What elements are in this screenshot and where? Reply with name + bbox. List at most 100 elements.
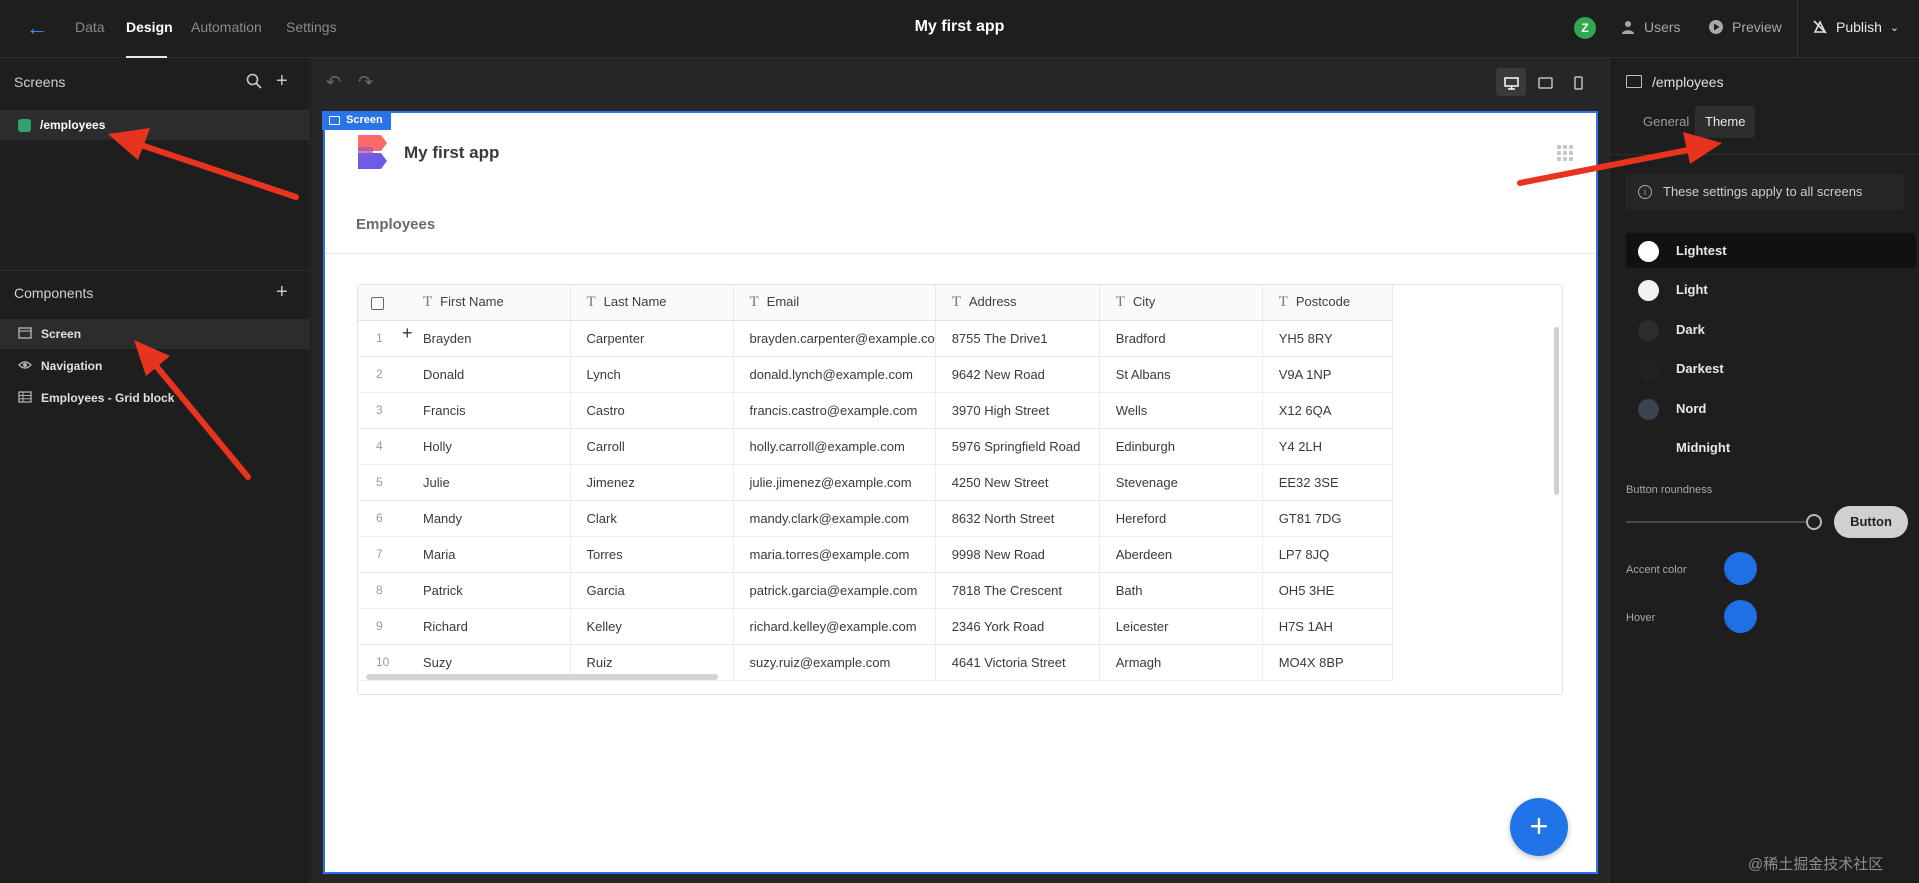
redo-icon[interactable]: ↷ [358,72,373,93]
button-preview[interactable]: Button [1834,506,1908,538]
watermark: @稀土掘金技术社区 [1748,856,1884,873]
settings-panel: /employees General Theme i These setting… [1609,58,1919,883]
table-header-row: T First Name T Last Name T Email T Address T… [358,285,1393,321]
theme-option-midnight[interactable]: Midnight [1626,430,1916,465]
add-row-icon[interactable]: + [402,323,413,344]
theme-swatch [1638,359,1659,380]
app-preview[interactable]: My first app Employees + T First Name T La… [323,111,1598,874]
column-header-city[interactable]: T City [1099,285,1263,321]
divider [325,253,1596,254]
text-type-icon: T [749,293,759,310]
mobile-view-button[interactable] [1563,68,1593,96]
tab-theme[interactable]: Theme [1695,106,1756,138]
text-type-icon: T [1115,293,1125,310]
column-header-first-name[interactable]: T First Name [407,285,571,321]
screen-item-employees[interactable]: /employees [0,110,310,140]
screen-color-dot [18,119,31,132]
theme-option-nord[interactable]: Nord [1626,391,1916,426]
select-all-checkbox[interactable] [371,296,384,310]
table-row[interactable]: 9 Richard Kelley richard.kelley@example.com… [358,608,1393,645]
roundness-slider-track[interactable] [1626,521,1810,523]
screen-item-label: /employees [40,118,106,132]
select-all-cell[interactable] [358,285,407,321]
users-icon [1622,21,1634,34]
column-header-postcode[interactable]: T Postcode [1262,285,1393,321]
top-bar: ← Data Design Automation Settings My fir… [0,0,1919,58]
users-button[interactable]: Users [1620,19,1681,35]
preview-button[interactable]: Preview [1708,19,1782,35]
theme-swatch [1638,241,1659,262]
users-label: Users [1644,19,1681,35]
column-header-address[interactable]: T Address [935,285,1100,321]
undo-icon[interactable]: ↶ [326,72,341,93]
table-row[interactable]: 8 Patrick Garcia patrick.garcia@example.com… [358,572,1393,609]
add-screen-icon[interactable]: + [276,71,288,91]
column-header-last-name[interactable]: T Last Name [570,285,734,321]
theme-swatch [1638,438,1659,459]
screen-icon [18,327,32,339]
table-row[interactable]: 7 Maria Torres maria.torres@example.com 9998… [358,536,1393,573]
grid-menu-icon[interactable] [1557,145,1573,161]
add-component-icon[interactable]: + [276,282,288,302]
theme-label: Light [1676,282,1708,297]
component-label: Navigation [41,359,103,373]
chevron-down-icon: ⌄ [1889,21,1900,34]
component-item-grid-block[interactable]: Employees - Grid block [0,383,310,413]
button-roundness-label: Button roundness [1626,484,1713,496]
employees-grid-block[interactable]: + T First Name T Last Name T Email T Address… [357,284,1563,695]
column-header-email[interactable]: T Email [733,285,936,321]
divider [1610,154,1919,155]
badge-label: Screen [346,114,383,126]
employees-table: T First Name T Last Name T Email T Address T… [358,285,1393,681]
desktop-icon [1503,77,1519,90]
table-row[interactable]: 4 Holly Carroll holly.carroll@example.com 59… [358,428,1393,465]
horizontal-scrollbar[interactable] [366,674,718,680]
accent-color-picker[interactable] [1724,552,1757,585]
play-icon [1709,20,1723,34]
component-label: Screen [41,327,82,341]
desktop-view-button[interactable] [1496,68,1526,96]
screen-icon [1626,75,1642,88]
table-row[interactable]: 1 Brayden Carpenter brayden.carpenter@examp… [358,320,1393,357]
theme-swatch [1638,320,1659,341]
theme-label: Nord [1676,401,1707,416]
table-row[interactable]: 3 Francis Castro francis.castro@example.com… [358,392,1393,429]
theme-option-light[interactable]: Light [1626,272,1916,307]
theme-option-darkest[interactable]: Darkest [1626,351,1916,386]
left-panel: Screens + /employees Components + Screen… [0,58,310,883]
avatar[interactable]: Z [1574,17,1596,39]
theme-option-lightest[interactable]: Lightest [1626,233,1916,268]
components-header: Components [14,285,94,301]
tablet-icon [1537,77,1553,90]
screen-icon [329,116,340,125]
component-item-screen[interactable]: Screen [0,319,310,349]
theme-label: Midnight [1676,440,1731,455]
tablet-view-button[interactable] [1530,68,1560,96]
theme-option-dark[interactable]: Dark [1626,312,1916,347]
divider [0,270,310,271]
add-fab-button[interactable]: + [1510,798,1568,856]
tab-general[interactable]: General [1633,106,1699,138]
component-label: Employees - Grid block [41,391,175,405]
table-row[interactable]: 5 Julie Jimenez julie.jimenez@example.com 42… [358,464,1393,501]
screen-selection-badge: Screen [322,111,391,130]
publish-button[interactable]: Publish ⌄ [1812,19,1899,35]
theme-label: Lightest [1676,243,1727,258]
publish-label: Publish [1836,19,1882,35]
component-item-navigation[interactable]: Navigation [0,351,310,381]
text-type-icon: T [423,293,433,310]
table-row[interactable]: 6 Mandy Clark mandy.clark@example.com 8632 N… [358,500,1393,537]
info-text: These settings apply to all screens [1663,184,1863,199]
design-canvas-area: ↶ ↷ Screen My first app Employees + T Fi… [311,58,1609,883]
preview-label: Preview [1732,19,1782,35]
theme-label: Dark [1676,322,1705,337]
text-type-icon: T [951,293,961,310]
theme-label: Darkest [1676,361,1724,376]
divider [1797,0,1798,58]
vertical-scrollbar[interactable] [1554,327,1559,495]
roundness-slider-thumb[interactable] [1806,514,1822,530]
table-row[interactable]: 2 Donald Lynch donald.lynch@example.com 9642… [358,356,1393,393]
search-icon[interactable] [246,73,262,89]
accent-color-label: Accent color [1626,564,1687,576]
hover-color-picker[interactable] [1724,600,1757,633]
